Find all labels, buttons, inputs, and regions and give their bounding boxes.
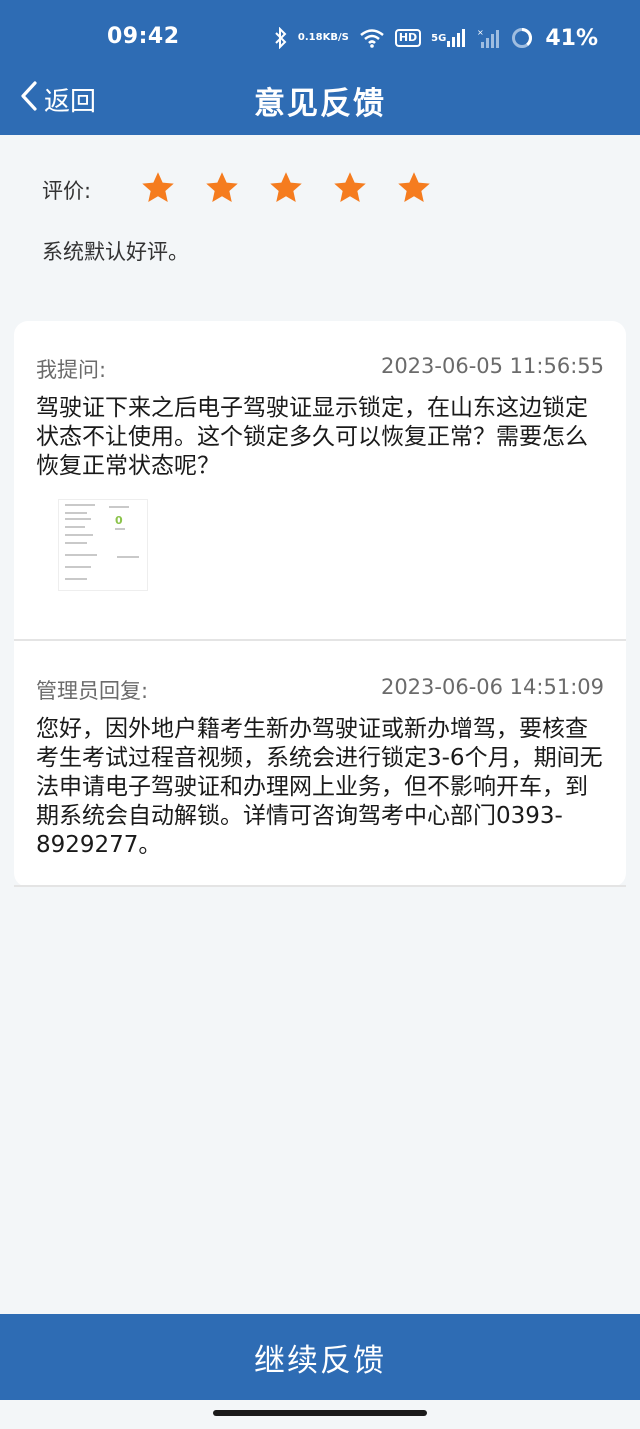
thumb-line (65, 542, 87, 544)
network-speed: 0.18 KB/S (298, 33, 349, 43)
thumb-line (65, 518, 91, 520)
status-bar: 09:42 0.18 KB/S HD 5G × 41% (0, 0, 640, 75)
home-indicator[interactable] (213, 1410, 427, 1416)
nav-bar: 返回 意见反馈 (0, 70, 640, 130)
wifi-icon (359, 28, 385, 48)
star-icon[interactable] (396, 170, 432, 206)
star-icon[interactable] (140, 170, 176, 206)
thumb-line (65, 512, 87, 514)
star-icon[interactable] (332, 170, 368, 206)
star-icon[interactable] (268, 170, 304, 206)
svg-text:×: × (477, 28, 484, 37)
thumb-line (65, 526, 85, 528)
rating-row: 评价: (42, 170, 460, 210)
thumb-line (65, 566, 91, 568)
question-time: 2023-06-05 11:56:55 (380, 354, 604, 378)
top-bar: 09:42 0.18 KB/S HD 5G × 41% 返回 意见反馈 (0, 0, 640, 135)
battery-percentage: 41% (545, 25, 598, 51)
hd-voice-icon: HD (394, 29, 422, 47)
thumb-value: 0 (115, 514, 123, 527)
question-text: 驾驶证下来之后电子驾驶证显示锁定，在山东这边锁定状态不让使用。这个锁定多久可以恢… (36, 395, 588, 479)
reply-label: 管理员回复: (36, 679, 149, 703)
network-speed-unit: KB/S (322, 32, 349, 43)
continue-feedback-button[interactable]: 继续反馈 (0, 1314, 640, 1400)
network-speed-value: 0.18 (297, 32, 323, 43)
rating-stars (140, 170, 460, 210)
status-time: 09:42 (107, 24, 180, 49)
reply-time: 2023-06-06 14:51:09 (380, 675, 604, 699)
sim-label: 5G (431, 32, 447, 44)
section-divider (14, 639, 626, 641)
thumb-line (65, 534, 93, 536)
rating-label: 评价: (42, 179, 92, 203)
thumb-line (115, 528, 125, 530)
thumb-line (65, 504, 95, 506)
thumb-line (65, 554, 97, 556)
signal-5g-icon: 5G (431, 29, 467, 47)
question-section: 我提问: 2023-06-05 11:56:55 驾驶证下来之后电子驾驶证显示锁… (14, 354, 626, 481)
question-header: 我提问: 2023-06-05 11:56:55 (14, 354, 626, 384)
battery-icon (511, 27, 533, 49)
section-divider (14, 885, 626, 887)
status-icons: 0.18 KB/S HD 5G × 41% (274, 24, 598, 52)
star-icon[interactable] (204, 170, 240, 206)
thumb-line (117, 556, 139, 558)
rating-note: 系统默认好评。 (42, 240, 189, 264)
reply-text: 您好，因外地户籍考生新办驾驶证或新办增驾，要核查考生考试过程音视频，系统会进行锁… (36, 716, 603, 858)
question-attachment-thumbnail[interactable]: 0 (58, 499, 148, 591)
thumb-line (109, 506, 129, 508)
question-label: 我提问: (36, 358, 107, 382)
bluetooth-icon (274, 27, 288, 49)
reply-section: 管理员回复: 2023-06-06 14:51:09 您好，因外地户籍考生新办驾… (14, 675, 626, 860)
feedback-card: 我提问: 2023-06-05 11:56:55 驾驶证下来之后电子驾驶证显示锁… (14, 321, 626, 887)
thumb-line (65, 578, 87, 580)
reply-header: 管理员回复: 2023-06-06 14:51:09 (14, 675, 626, 705)
signal-sim2-icon: × (477, 28, 501, 48)
page-title: 意见反馈 (254, 86, 386, 122)
